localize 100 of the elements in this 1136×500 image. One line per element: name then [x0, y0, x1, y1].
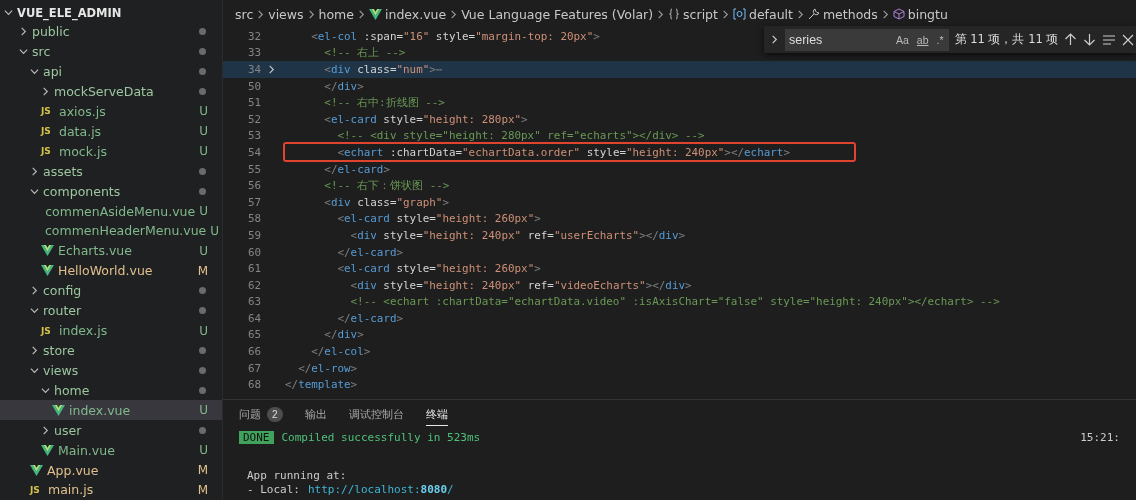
- panel-tab[interactable]: 终端: [425, 404, 448, 426]
- close-icon[interactable]: [1122, 33, 1135, 46]
- file-item[interactable]: Echarts.vue U: [0, 240, 222, 261]
- file-item[interactable]: JS axios.js U: [0, 101, 222, 122]
- file-item[interactable]: commenAsideMenu.vue U: [0, 201, 222, 221]
- wrench-icon: [807, 8, 820, 20]
- find-in-selection-icon[interactable]: [1102, 33, 1117, 46]
- folder-item[interactable]: src: [0, 41, 222, 62]
- js-file-icon: JS: [41, 325, 55, 336]
- line-number: 68: [246, 378, 261, 392]
- chevron-right-icon: [357, 9, 366, 19]
- file-name: assets: [43, 163, 84, 179]
- chevron-right-icon: [449, 9, 459, 19]
- file-name: api: [43, 64, 64, 80]
- file-name: public: [32, 24, 71, 40]
- expand-replace-button[interactable]: [770, 35, 779, 44]
- line-number: 60: [246, 245, 261, 259]
- folder-item[interactable]: router: [0, 300, 222, 321]
- code-line: <div style="height: 240px" ref="userEcharts"></div>: [349, 228, 686, 242]
- file-item[interactable]: Main.vue U: [0, 440, 222, 461]
- git-status: M: [197, 482, 208, 497]
- file-name: commenHeaderMenu.vue: [45, 223, 207, 239]
- line-number: 34: [246, 63, 261, 76]
- search-option-toggle[interactable]: Aa: [895, 33, 910, 46]
- file-name: mock.js: [59, 143, 108, 159]
- panel-tab[interactable]: 输出: [304, 404, 327, 426]
- search-option-toggle[interactable]: ab: [915, 33, 930, 46]
- terminal-time: 15:21:: [1080, 430, 1120, 444]
- panel-tab[interactable]: 调试控制台: [348, 404, 404, 426]
- breadcrumb-item[interactable]: methods: [822, 6, 878, 22]
- code-line: </el-card>: [323, 162, 390, 176]
- breadcrumb-item[interactable]: bingtu: [907, 6, 948, 22]
- folder-item[interactable]: api: [0, 61, 222, 82]
- folder-item[interactable]: public: [0, 21, 222, 42]
- file-item[interactable]: JS main.js M: [0, 479, 222, 500]
- folder-item[interactable]: mockServeData: [0, 81, 222, 102]
- line-number: 62: [246, 278, 261, 292]
- folder-item[interactable]: user: [0, 420, 222, 441]
- panel-tab[interactable]: 问题 2: [239, 404, 283, 426]
- code-line: <el-card style="height: 260px">: [336, 212, 541, 226]
- git-status: U: [199, 124, 208, 139]
- match-count: 第 11 项，共 11 项: [954, 32, 1059, 47]
- breadcrumb-item[interactable]: Vue Language Features (Volar): [461, 6, 654, 22]
- code-line: <!-- 右下：饼状图 -->: [323, 178, 450, 193]
- code-line: </el-card>: [336, 311, 404, 325]
- file-item[interactable]: JS index.js U: [0, 320, 222, 341]
- code-line: <div class="num">⋯: [323, 63, 443, 76]
- local-url-link[interactable]: http://localhost:8080/: [308, 482, 454, 496]
- chevron-right-icon: [795, 9, 805, 19]
- folder-item[interactable]: components: [0, 181, 222, 202]
- cube-icon: [892, 8, 905, 20]
- git-status: U: [199, 144, 208, 159]
- breadcrumb-item[interactable]: home: [318, 6, 354, 22]
- chevron-right-icon: [306, 9, 316, 19]
- chevron-right-icon: [266, 65, 276, 74]
- count-badge: 2: [267, 407, 283, 422]
- file-item[interactable]: JS data.js U: [0, 121, 222, 142]
- file-item[interactable]: index.vue U: [0, 400, 222, 421]
- line-number: 66: [246, 345, 261, 359]
- folder-item[interactable]: store: [0, 340, 222, 361]
- file-name: config: [43, 283, 83, 299]
- code-line: </el-row>: [297, 361, 358, 375]
- folder-item[interactable]: views: [0, 360, 222, 381]
- line-number: 55: [246, 162, 261, 176]
- breadcrumb-item[interactable]: src: [235, 6, 254, 22]
- code-line: <div style="height: 240px" ref="videoEcharts"></div>: [349, 278, 692, 292]
- git-status: U: [199, 104, 208, 119]
- file-name: views: [43, 362, 80, 378]
- file-name: commenAsideMenu.vue: [45, 203, 196, 219]
- folder-item[interactable]: home: [0, 380, 222, 401]
- file-name: src: [32, 44, 52, 60]
- git-status: U: [199, 243, 208, 258]
- file-item[interactable]: JS mock.js U: [0, 141, 222, 162]
- breadcrumb-item[interactable]: default: [748, 6, 793, 22]
- file-item[interactable]: commenHeaderMenu.vue U: [0, 221, 222, 241]
- vue-logo-icon: [41, 265, 54, 277]
- folder-item[interactable]: assets: [0, 161, 222, 182]
- chevron-right-icon: [720, 9, 730, 19]
- arrow-up-icon[interactable]: [1064, 33, 1078, 46]
- line-number: 33: [246, 46, 261, 60]
- code-line: <el-col :span="16" style="margin-top: 20px">: [310, 29, 600, 43]
- folder-item[interactable]: config: [0, 280, 222, 301]
- breadcrumb-item[interactable]: script: [683, 6, 718, 22]
- breadcrumb-item[interactable]: index.vue: [385, 6, 447, 22]
- breadcrumb-item[interactable]: views: [268, 6, 304, 22]
- vue-logo-icon: [41, 444, 54, 456]
- arrow-down-icon[interactable]: [1083, 33, 1097, 46]
- search-field[interactable]: series Aa ab .*: [785, 28, 949, 51]
- git-status: U: [199, 403, 208, 418]
- code-line: </el-card>: [336, 245, 404, 259]
- vue-logo-icon: [30, 464, 43, 476]
- file-name: mockServeData: [54, 84, 155, 99]
- file-name: main.js: [48, 482, 95, 498]
- file-name: index.js: [59, 323, 109, 339]
- search-option-toggle[interactable]: .*: [935, 33, 945, 46]
- file-item[interactable]: App.vue M: [0, 460, 222, 480]
- file-item[interactable]: HelloWorld.vue M: [0, 260, 222, 281]
- git-status: U: [210, 223, 220, 238]
- file-name: index.vue: [69, 402, 132, 418]
- code-line: <!-- 右中:折线图 -->: [323, 95, 445, 110]
